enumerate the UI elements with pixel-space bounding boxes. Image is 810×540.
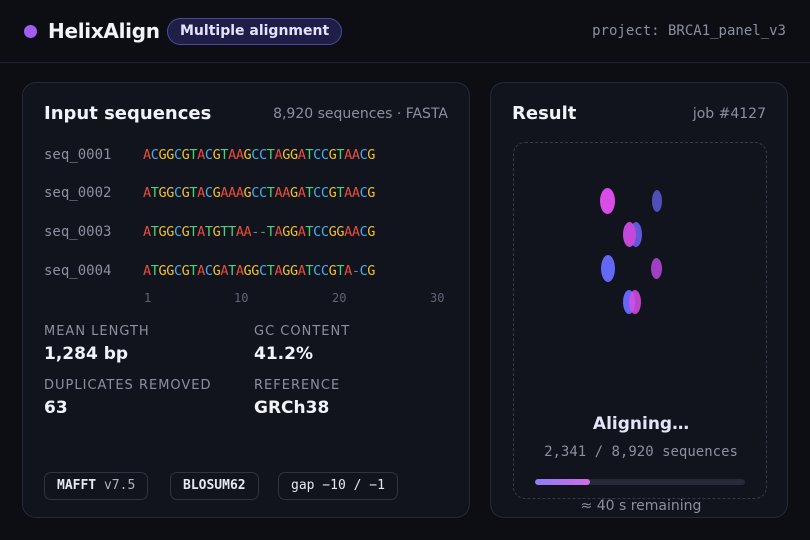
sequence-name: seq_0002 bbox=[44, 185, 112, 201]
brand-name: HelixAlign bbox=[48, 19, 160, 43]
brand-logo-dot bbox=[24, 25, 37, 38]
ruler-tick-10: 10 bbox=[234, 291, 249, 305]
progress-bar-fill bbox=[535, 479, 591, 485]
sequence-name: seq_0001 bbox=[44, 147, 112, 163]
sequence-bases: ATGGCGTATGTTAA--TAGGATCCGGAACG bbox=[143, 224, 376, 240]
gap-penalty-chip[interactable]: gap −10 / −1 bbox=[278, 472, 398, 500]
mean-length-label: MEAN LENGTH bbox=[44, 324, 150, 339]
duplicates-removed-label: DUPLICATES REMOVED bbox=[44, 378, 212, 393]
gc-content-label: GC CONTENT bbox=[254, 324, 351, 339]
result-card-title: Result bbox=[512, 103, 577, 124]
sequence-row[interactable]: seq_0001 ACGGCGTACGTAAGCCTAGGATCCGTAACG bbox=[44, 147, 454, 167]
sequence-row[interactable]: seq_0004 ATGGCGTACGATAGGCTAGGATCCGTA-CG bbox=[44, 263, 454, 283]
ruler-tick-1: 1 bbox=[144, 291, 152, 305]
sequence-row[interactable]: seq_0002 ATGGCGTACGAAAGCCTAAGATCCGTAACG bbox=[44, 185, 454, 205]
input-sequences-card: Input sequences 8,920 sequences · FASTA … bbox=[22, 82, 470, 518]
aligner-version: v7.5 bbox=[96, 478, 136, 493]
loading-dot bbox=[601, 255, 615, 282]
project-label: project: BRCA1_panel_v3 bbox=[592, 23, 786, 39]
sequence-row[interactable]: seq_0003 ATGGCGTATGTTAA--TAGGATCCGGAACG bbox=[44, 224, 454, 244]
status-text: Aligning… bbox=[592, 414, 690, 434]
loading-dot bbox=[651, 258, 662, 279]
time-remaining: ≈ 40 s remaining bbox=[580, 498, 702, 514]
progress-count: 2,341 / 8,920 sequences bbox=[544, 444, 738, 460]
reference-label: REFERENCE bbox=[254, 378, 341, 393]
matrix-chip[interactable]: BLOSUM62 bbox=[170, 472, 259, 500]
aligner-name: MAFFT bbox=[57, 478, 97, 493]
ruler-tick-30: 30 bbox=[430, 291, 445, 305]
sequence-name: seq_0003 bbox=[44, 224, 112, 240]
mean-length-value: 1,284 bp bbox=[44, 344, 129, 364]
sequence-bases: ATGGCGTACGATAGGCTAGGATCCGTA-CG bbox=[143, 263, 376, 279]
progress-bar bbox=[535, 479, 745, 485]
gc-content-value: 41.2% bbox=[254, 344, 313, 364]
job-id: job #4127 bbox=[692, 106, 766, 122]
sequence-bases: ACGGCGTACGTAAGCCTAGGATCCGTAACG bbox=[143, 147, 376, 163]
input-card-meta: 8,920 sequences · FASTA bbox=[273, 106, 448, 122]
ruler-tick-20: 20 bbox=[332, 291, 347, 305]
sequence-bases: ATGGCGTACGAAAGCCTAAGATCCGTAACG bbox=[143, 185, 376, 201]
loading-dot bbox=[629, 290, 641, 314]
reference-value: GRCh38 bbox=[254, 398, 330, 418]
input-card-title: Input sequences bbox=[44, 103, 212, 124]
loading-dot bbox=[652, 190, 662, 212]
matrix-name: BLOSUM62 bbox=[183, 478, 246, 493]
loading-dot bbox=[600, 188, 615, 214]
app-header: HelixAlign Multiple alignment project: B… bbox=[0, 0, 810, 63]
duplicates-removed-value: 63 bbox=[44, 398, 68, 418]
result-preview-area: Aligning… 2,341 / 8,920 sequences ≈ 40 s… bbox=[513, 142, 767, 514]
sequence-name: seq_0004 bbox=[44, 263, 112, 279]
aligner-chip[interactable]: MAFFT v7.5 bbox=[44, 472, 149, 500]
result-card: Result job #4127 Aligning… 2,341 / 8,920… bbox=[490, 82, 788, 518]
mode-badge[interactable]: Multiple alignment bbox=[167, 18, 343, 45]
loading-dot bbox=[623, 222, 636, 247]
